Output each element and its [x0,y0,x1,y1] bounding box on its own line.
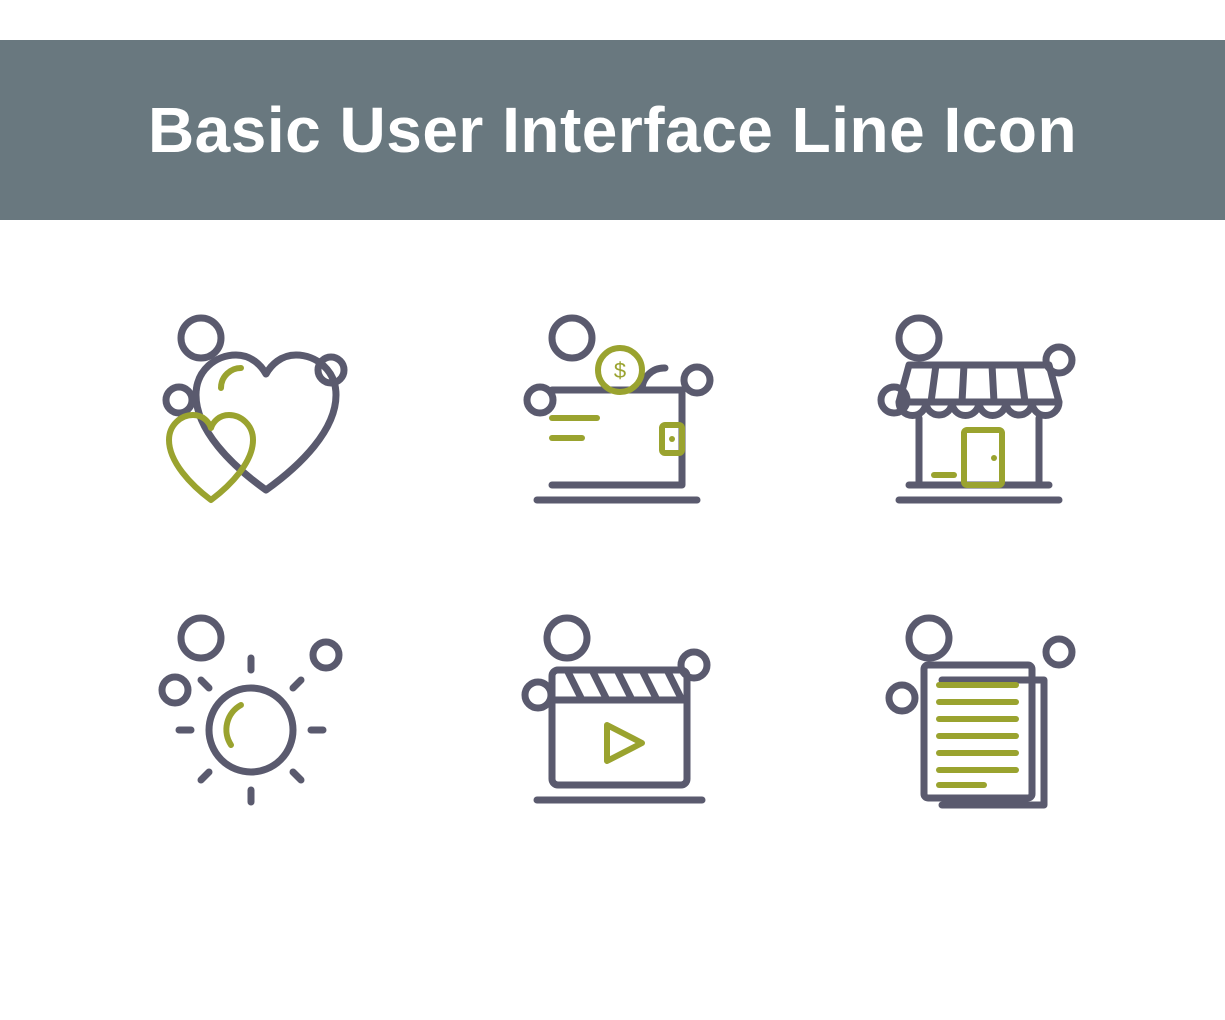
svg-text:$: $ [614,358,626,383]
wallet-icon: $ [492,300,732,540]
page-title: Basic User Interface Line Icon [148,93,1077,167]
store-icon [854,300,1094,540]
icon-grid: $ [0,220,1225,900]
header-bar: Basic User Interface Line Icon [0,40,1225,220]
sun-icon [131,600,371,840]
video-icon [492,600,732,840]
heart-icon [131,300,371,540]
document-icon [854,600,1094,840]
